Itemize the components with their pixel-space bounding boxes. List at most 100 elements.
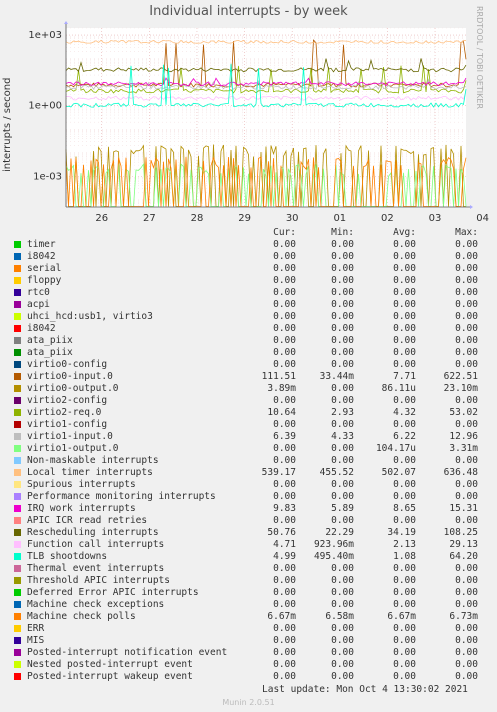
legend-value-min: 0.00 (331, 323, 354, 334)
legend-label: virtio1-output.0 (27, 443, 119, 454)
legend-swatch (14, 385, 21, 392)
legend-value-min: 923.96m (313, 539, 354, 550)
legend-value-avg: 0.00 (393, 263, 416, 274)
legend-row: IRQ work interrupts 9.83 5.89 8.65 15.31 (12, 503, 487, 515)
x-tick-label: 28 (191, 213, 204, 224)
legend-value-max: 0.00 (455, 335, 478, 346)
legend-row: virtio0-output.0 3.89m 0.00 86.11u 23.10m (12, 383, 487, 395)
legend-value-min: 455.52 (319, 467, 354, 478)
legend-row: virtio2-req.0 10.64 2.93 4.32 53.02 (12, 407, 487, 419)
legend-value-min: 0.00 (331, 587, 354, 598)
legend-row: virtio0-config 0.00 0.00 0.00 0.00 (12, 359, 487, 371)
legend-value-cur: 0.00 (273, 287, 296, 298)
legend-swatch (14, 337, 21, 344)
legend-label: floppy (27, 275, 62, 286)
legend-value-cur: 0.00 (273, 359, 296, 370)
legend-value-min: 0.00 (331, 383, 354, 394)
legend-swatch (14, 625, 21, 632)
legend-label: acpi (27, 299, 50, 310)
legend-value-avg: 8.65 (393, 503, 416, 514)
legend-row: APIC ICR read retries 0.00 0.00 0.00 0.00 (12, 515, 487, 527)
legend-row: Machine check exceptions 0.00 0.00 0.00 0.00 (12, 599, 487, 611)
legend-value-avg: 86.11u (381, 383, 416, 394)
legend-swatch (14, 637, 21, 644)
legend-value-max: 23.10m (443, 383, 478, 394)
legend-value-max: 6.73m (449, 611, 478, 622)
legend-label: Performance monitoring interrupts (27, 491, 216, 502)
x-tick-label: 04 (476, 213, 489, 224)
legend-value-avg: 2.13 (393, 539, 416, 550)
legend-value-avg: 0.00 (393, 515, 416, 526)
legend-value-cur: 3.89m (267, 383, 296, 394)
legend-row: rtc0 0.00 0.00 0.00 0.00 (12, 287, 487, 299)
legend-value-min: 4.33 (331, 431, 354, 442)
legend-value-cur: 0.00 (273, 455, 296, 466)
chart-plot: 1e+03 1e+00 1e-03 26 27 28 29 30 01 02 03 04 (28, 21, 489, 224)
legend-swatch (14, 325, 21, 332)
legend-value-min: 0.00 (331, 311, 354, 322)
legend-label: i8042 (27, 323, 56, 334)
x-tick-label: 26 (95, 213, 108, 224)
legend-value-cur: 4.99 (273, 551, 296, 562)
legend-value-max: 53.02 (449, 407, 478, 418)
legend-row: Function call interrupts 4.71 923.96m 2.13 2… (12, 539, 487, 551)
legend-swatch (14, 421, 21, 428)
legend-label: serial (27, 263, 62, 274)
legend-value-min: 0.00 (331, 563, 354, 574)
legend-value-min: 0.00 (331, 251, 354, 262)
legend-value-avg: 0.00 (393, 287, 416, 298)
legend-value-cur: 0.00 (273, 599, 296, 610)
legend-row: virtio0-input.0 111.51 33.44m 7.71 622.51 (12, 371, 487, 383)
column-header-cur: Cur: (273, 227, 296, 238)
legend-value-min: 0.00 (331, 515, 354, 526)
legend-value-min: 0.00 (331, 287, 354, 298)
legend-row: timer 0.00 0.00 0.00 0.00 (12, 239, 487, 251)
legend-value-min: 0.00 (331, 359, 354, 370)
legend-row: virtio1-output.0 0.00 0.00 104.17u 3.31m (12, 443, 487, 455)
legend-value-cur: 50.76 (267, 527, 296, 538)
legend-label: Local timer interrupts (27, 467, 153, 478)
legend-value-max: 0.00 (455, 647, 478, 658)
legend-row: Posted-interrupt notification event 0.00 0… (12, 647, 487, 659)
legend-swatch (14, 661, 21, 668)
legend-value-cur: 0.00 (273, 491, 296, 502)
legend-value-cur: 111.51 (261, 371, 296, 382)
legend-value-max: 0.00 (455, 311, 478, 322)
legend-row: virtio1-input.0 6.39 4.33 6.22 12.96 (12, 431, 487, 443)
legend-swatch (14, 577, 21, 584)
legend-swatch (14, 553, 21, 560)
legend-value-max: 0.00 (455, 275, 478, 286)
legend-value-min: 0.00 (331, 599, 354, 610)
legend-value-max: 0.00 (455, 419, 478, 430)
legend-row: virtio1-config 0.00 0.00 0.00 0.00 (12, 419, 487, 431)
legend-value-min: 0.00 (331, 647, 354, 658)
legend-value-avg: 0.00 (393, 491, 416, 502)
legend-label: Thermal event interrupts (27, 563, 165, 574)
legend-swatch (14, 469, 21, 476)
legend-value-min: 6.58m (325, 611, 354, 622)
legend-label: Threshold APIC interrupts (27, 575, 170, 586)
legend-value-avg: 0.00 (393, 239, 416, 250)
legend-label: Machine check polls (27, 611, 136, 622)
legend-label: Rescheduling interrupts (27, 527, 159, 538)
legend-swatch (14, 529, 21, 536)
legend-value-avg: 0.00 (393, 419, 416, 430)
legend-value-cur: 0.00 (273, 623, 296, 634)
legend-swatch (14, 349, 21, 356)
legend-value-cur: 0.00 (273, 443, 296, 454)
legend-swatch (14, 277, 21, 284)
legend-row: Performance monitoring interrupts 0.00 0.0… (12, 491, 487, 503)
legend-label: Posted-interrupt notification event (27, 647, 228, 658)
legend-value-max: 0.00 (455, 623, 478, 634)
legend-value-avg: 0.00 (393, 251, 416, 262)
legend-swatch (14, 289, 21, 296)
legend-row: Rescheduling interrupts 50.76 22.29 34.19 10… (12, 527, 487, 539)
legend-label: rtc0 (27, 287, 50, 298)
legend-value-avg: 0.00 (393, 311, 416, 322)
legend-value-min: 0.00 (331, 419, 354, 430)
legend-value-max: 3.31m (449, 443, 478, 454)
legend-label: Posted-interrupt wakeup event (27, 671, 193, 682)
legend-value-avg: 6.67m (387, 611, 416, 622)
legend-value-max: 0.00 (455, 479, 478, 490)
legend-label: ERR (27, 623, 45, 634)
